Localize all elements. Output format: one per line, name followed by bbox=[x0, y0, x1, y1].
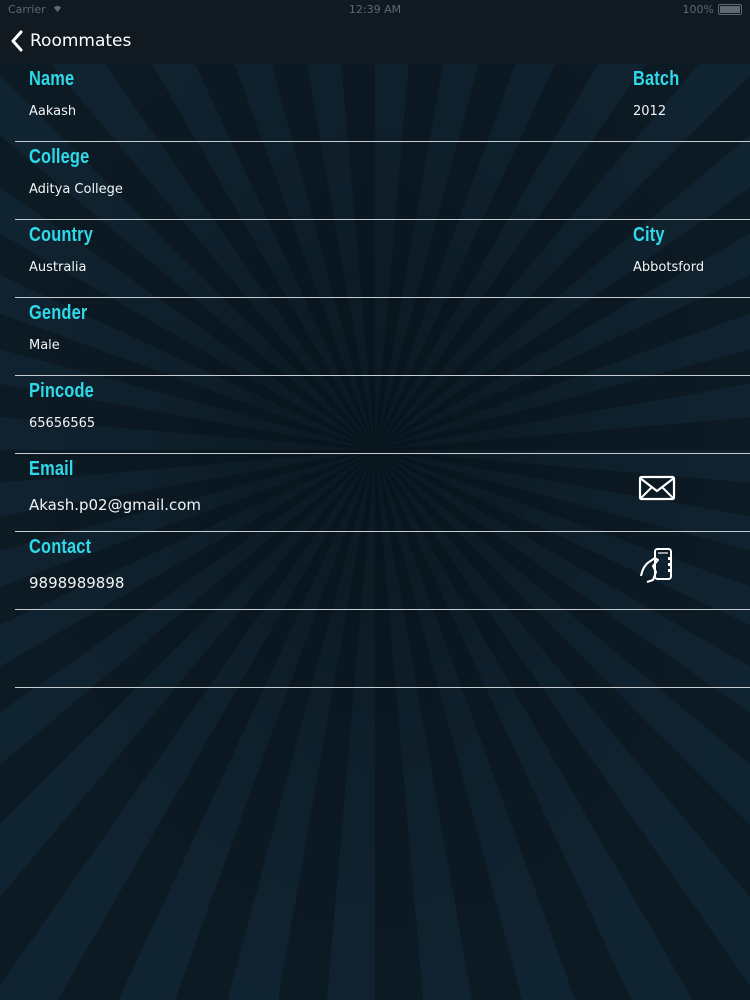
contact-label: Contact bbox=[29, 536, 92, 558]
batch-value: 2012 bbox=[633, 104, 667, 119]
email-row: Email Akash.p02@gmail.com bbox=[15, 454, 750, 532]
college-label: College bbox=[29, 146, 90, 168]
college-row: College Aditya College bbox=[15, 142, 750, 220]
city-value: Abbotsford bbox=[633, 260, 705, 275]
country-value: Australia bbox=[29, 260, 87, 275]
gender-value: Male bbox=[29, 338, 60, 353]
country-label: Country bbox=[29, 224, 94, 246]
chevron-left-icon bbox=[11, 30, 23, 52]
status-bar: Carrier 12:39 AM 100% bbox=[0, 0, 750, 20]
city-label: City bbox=[633, 224, 665, 246]
navigation-bar: Roommates bbox=[0, 20, 750, 64]
batch-label: Batch bbox=[633, 68, 680, 90]
empty-row bbox=[15, 610, 750, 688]
name-value: Aakash bbox=[29, 104, 77, 119]
gender-label: Gender bbox=[29, 302, 88, 324]
phone-in-hand-icon[interactable] bbox=[637, 546, 677, 586]
mail-icon[interactable] bbox=[637, 468, 677, 508]
email-label: Email bbox=[29, 458, 74, 480]
email-value: Akash.p02@gmail.com bbox=[29, 496, 202, 514]
pincode-label: Pincode bbox=[29, 380, 94, 402]
battery-status: 100% bbox=[683, 3, 742, 16]
battery-icon bbox=[718, 4, 742, 15]
college-value: Aditya College bbox=[29, 182, 123, 197]
name-batch-row: Name Aakash Batch 2012 bbox=[15, 64, 750, 142]
country-city-row: Country Australia City Abbotsford bbox=[15, 220, 750, 298]
pincode-value: 65656565 bbox=[29, 416, 96, 431]
back-button[interactable]: Roommates bbox=[10, 30, 131, 52]
back-button-label: Roommates bbox=[30, 31, 132, 51]
contact-row: Contact 9898989898 bbox=[15, 532, 750, 610]
pincode-row: Pincode 65656565 bbox=[15, 376, 750, 454]
gender-row: Gender Male bbox=[15, 298, 750, 376]
clock: 12:39 AM bbox=[348, 3, 402, 16]
battery-percent: 100% bbox=[682, 3, 714, 16]
profile-details: Name Aakash Batch 2012 College Aditya Co… bbox=[0, 64, 750, 688]
contact-value: 9898989898 bbox=[29, 574, 125, 592]
name-label: Name bbox=[29, 68, 75, 90]
